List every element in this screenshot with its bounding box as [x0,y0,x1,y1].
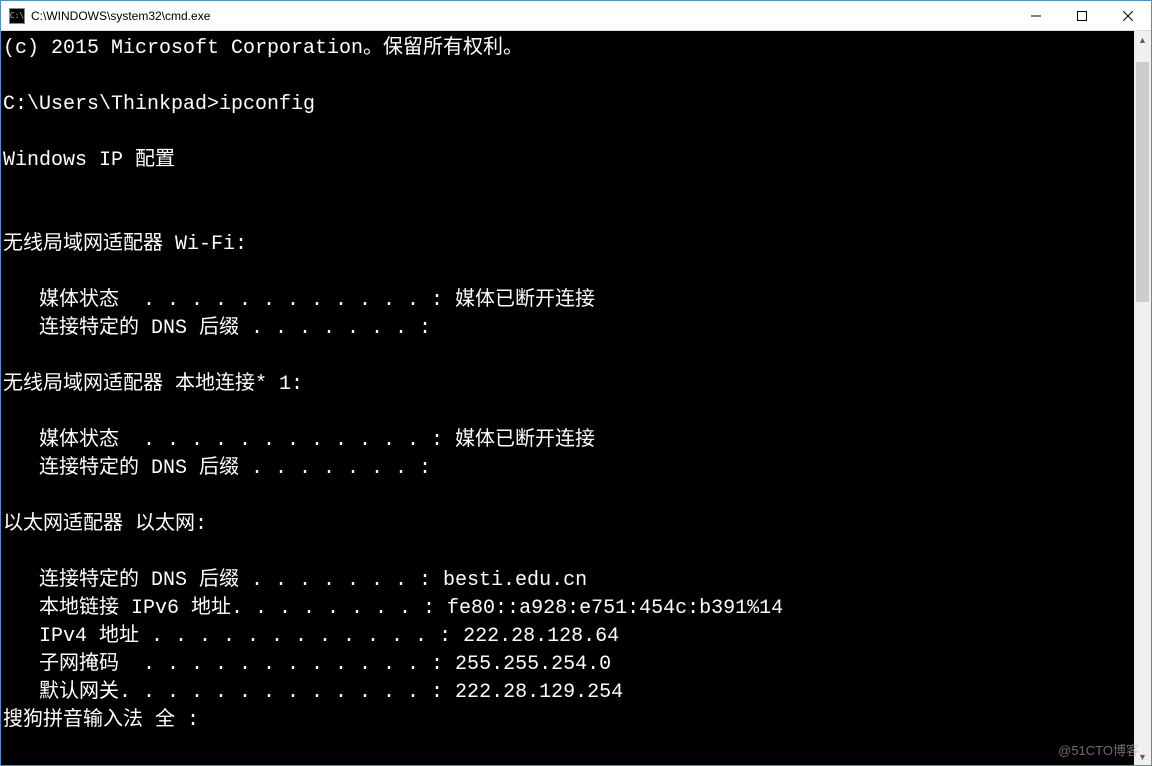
adapter-ethernet-ipv4: IPv4 地址 . . . . . . . . . . . . : 222.28… [3,625,619,648]
prompt-line: C:\Users\Thinkpad>ipconfig [3,93,315,116]
ime-status-line: 搜狗拼音输入法 全 : [3,709,199,732]
maximize-icon [1077,11,1087,21]
copyright-line: (c) 2015 Microsoft Corporation。保留所有权利。 [3,37,523,60]
close-button[interactable] [1105,1,1151,30]
window-controls [1013,1,1151,30]
scroll-up-button[interactable]: ▲ [1134,31,1151,48]
titlebar[interactable]: C:\ C:\WINDOWS\system32\cmd.exe [1,1,1151,31]
window-title: C:\WINDOWS\system32\cmd.exe [31,9,1013,23]
cmd-window: C:\ C:\WINDOWS\system32\cmd.exe (c) 2015… [0,0,1152,766]
vertical-scrollbar[interactable]: ▲ ▼ [1134,31,1151,765]
adapter-local1-title: 无线局域网适配器 本地连接* 1: [3,373,303,396]
scroll-thumb[interactable] [1136,62,1149,302]
terminal-output[interactable]: (c) 2015 Microsoft Corporation。保留所有权利。 C… [1,31,1134,765]
cmd-icon-label: C:\ [10,12,24,20]
close-icon [1123,11,1133,21]
adapter-ethernet-gateway: 默认网关. . . . . . . . . . . . . : 222.28.1… [3,681,623,704]
scroll-track[interactable] [1134,48,1151,748]
ipconfig-heading: Windows IP 配置 [3,149,175,172]
adapter-local1-media-state: 媒体状态 . . . . . . . . . . . . : 媒体已断开连接 [3,429,595,452]
client-area: (c) 2015 Microsoft Corporation。保留所有权利。 C… [1,31,1151,765]
adapter-wifi-media-state: 媒体状态 . . . . . . . . . . . . : 媒体已断开连接 [3,289,595,312]
adapter-ethernet-dns-suffix: 连接特定的 DNS 后缀 . . . . . . . : besti.edu.c… [3,569,587,592]
adapter-wifi-title: 无线局域网适配器 Wi-Fi: [3,233,247,256]
adapter-local1-dns-suffix: 连接特定的 DNS 后缀 . . . . . . . : [3,457,431,480]
adapter-ethernet-subnet: 子网掩码 . . . . . . . . . . . . : 255.255.2… [3,653,611,676]
maximize-button[interactable] [1059,1,1105,30]
scroll-down-button[interactable]: ▼ [1134,748,1151,765]
minimize-button[interactable] [1013,1,1059,30]
adapter-ethernet-ipv6: 本地链接 IPv6 地址. . . . . . . . : fe80::a928… [3,597,783,620]
adapter-ethernet-title: 以太网适配器 以太网: [3,513,207,536]
adapter-wifi-dns-suffix: 连接特定的 DNS 后缀 . . . . . . . : [3,317,431,340]
cmd-icon: C:\ [9,8,25,24]
minimize-icon [1031,11,1041,21]
